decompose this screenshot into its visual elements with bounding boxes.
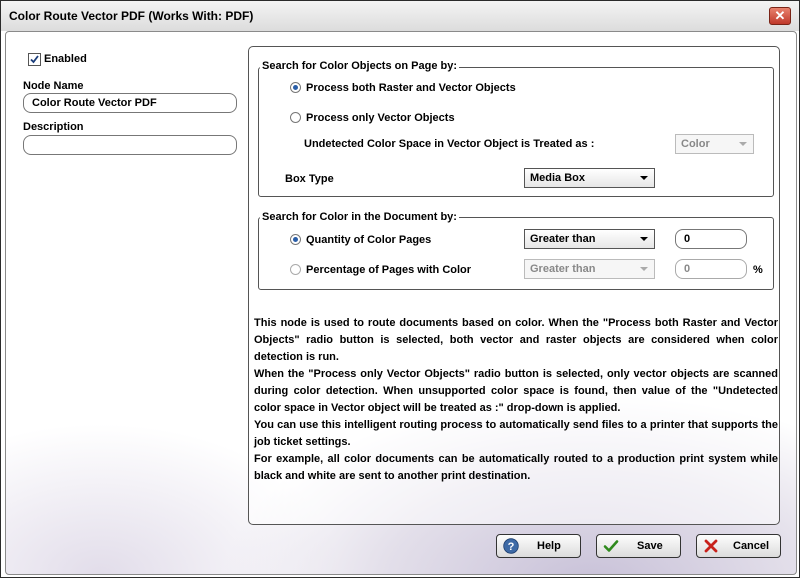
save-label: Save: [637, 540, 663, 552]
color-objects-legend: Search for Color Objects on Page by:: [260, 60, 459, 72]
box-type-dropdown[interactable]: Media Box: [524, 168, 655, 188]
help-label: Help: [537, 540, 561, 552]
percent-sign: %: [753, 264, 763, 276]
radio-quantity-of-color-pages[interactable]: [290, 234, 301, 245]
quantity-operator-dropdown[interactable]: Greater than: [524, 229, 655, 249]
percentage-operator-dropdown[interactable]: Greater than: [524, 259, 655, 279]
radio-percentage-of-pages[interactable]: [290, 264, 301, 275]
quantity-operator-value: Greater than: [530, 233, 596, 245]
raster-and-vector-label: Process both Raster and Vector Objects: [306, 82, 516, 94]
node-name-field[interactable]: Color Route Vector PDF: [23, 93, 237, 113]
box-type-label: Box Type: [285, 173, 334, 185]
percentage-value-field[interactable]: 0: [675, 259, 747, 279]
node-name-label: Node Name: [23, 80, 84, 92]
quantity-of-color-pages-label: Quantity of Color Pages: [306, 234, 432, 246]
close-button[interactable]: ✕: [769, 7, 791, 25]
color-document-legend: Search for Color in the Document by:: [260, 211, 459, 223]
chevron-down-icon: [640, 176, 648, 180]
title-bar: Color Route Vector PDF (Works With: PDF)…: [1, 1, 799, 31]
undetected-color-space-value: Color: [681, 138, 710, 150]
dialog-window: Color Route Vector PDF (Works With: PDF)…: [0, 0, 800, 578]
help-description: This node is used to route documents bas…: [254, 315, 778, 485]
window-title: Color Route Vector PDF (Works With: PDF): [9, 9, 254, 23]
undetected-color-space-dropdown[interactable]: Color: [675, 134, 754, 154]
chevron-down-icon: [640, 267, 648, 271]
color-document-group: [258, 217, 774, 290]
dialog-body: Enabled Node Name Color Route Vector PDF…: [5, 31, 797, 575]
enabled-label: Enabled: [44, 53, 87, 65]
save-button[interactable]: Save: [596, 534, 681, 558]
description-field[interactable]: [23, 135, 237, 155]
description-label: Description: [23, 121, 84, 133]
radio-vector-only[interactable]: [290, 112, 301, 123]
description-paragraph: When the "Process only Vector Objects" r…: [254, 368, 778, 414]
description-paragraph: This node is used to route documents bas…: [254, 317, 778, 363]
x-icon: [704, 539, 718, 553]
enabled-checkbox[interactable]: [28, 53, 41, 66]
percentage-operator-value: Greater than: [530, 263, 596, 275]
description-paragraph: You can use this intelligent routing pro…: [254, 419, 778, 448]
cancel-label: Cancel: [733, 540, 770, 552]
percentage-of-pages-label: Percentage of Pages with Color: [306, 264, 472, 276]
checkmark-icon: [603, 540, 619, 552]
help-icon: ?: [503, 538, 519, 554]
vector-only-label: Process only Vector Objects: [306, 112, 455, 124]
checkmark-icon: [30, 55, 39, 64]
svg-text:?: ?: [508, 541, 515, 553]
chevron-down-icon: [640, 237, 648, 241]
quantity-value-field[interactable]: 0: [675, 229, 747, 249]
cancel-button[interactable]: Cancel: [696, 534, 781, 558]
help-button[interactable]: ? Help: [496, 534, 581, 558]
box-type-value: Media Box: [530, 172, 586, 184]
undetected-color-space-label: Undetected Color Space in Vector Object …: [304, 138, 595, 150]
radio-raster-and-vector[interactable]: [290, 82, 301, 93]
description-paragraph: For example, all color documents can be …: [254, 453, 778, 482]
chevron-down-icon: [739, 142, 747, 146]
close-icon: ✕: [774, 8, 786, 23]
